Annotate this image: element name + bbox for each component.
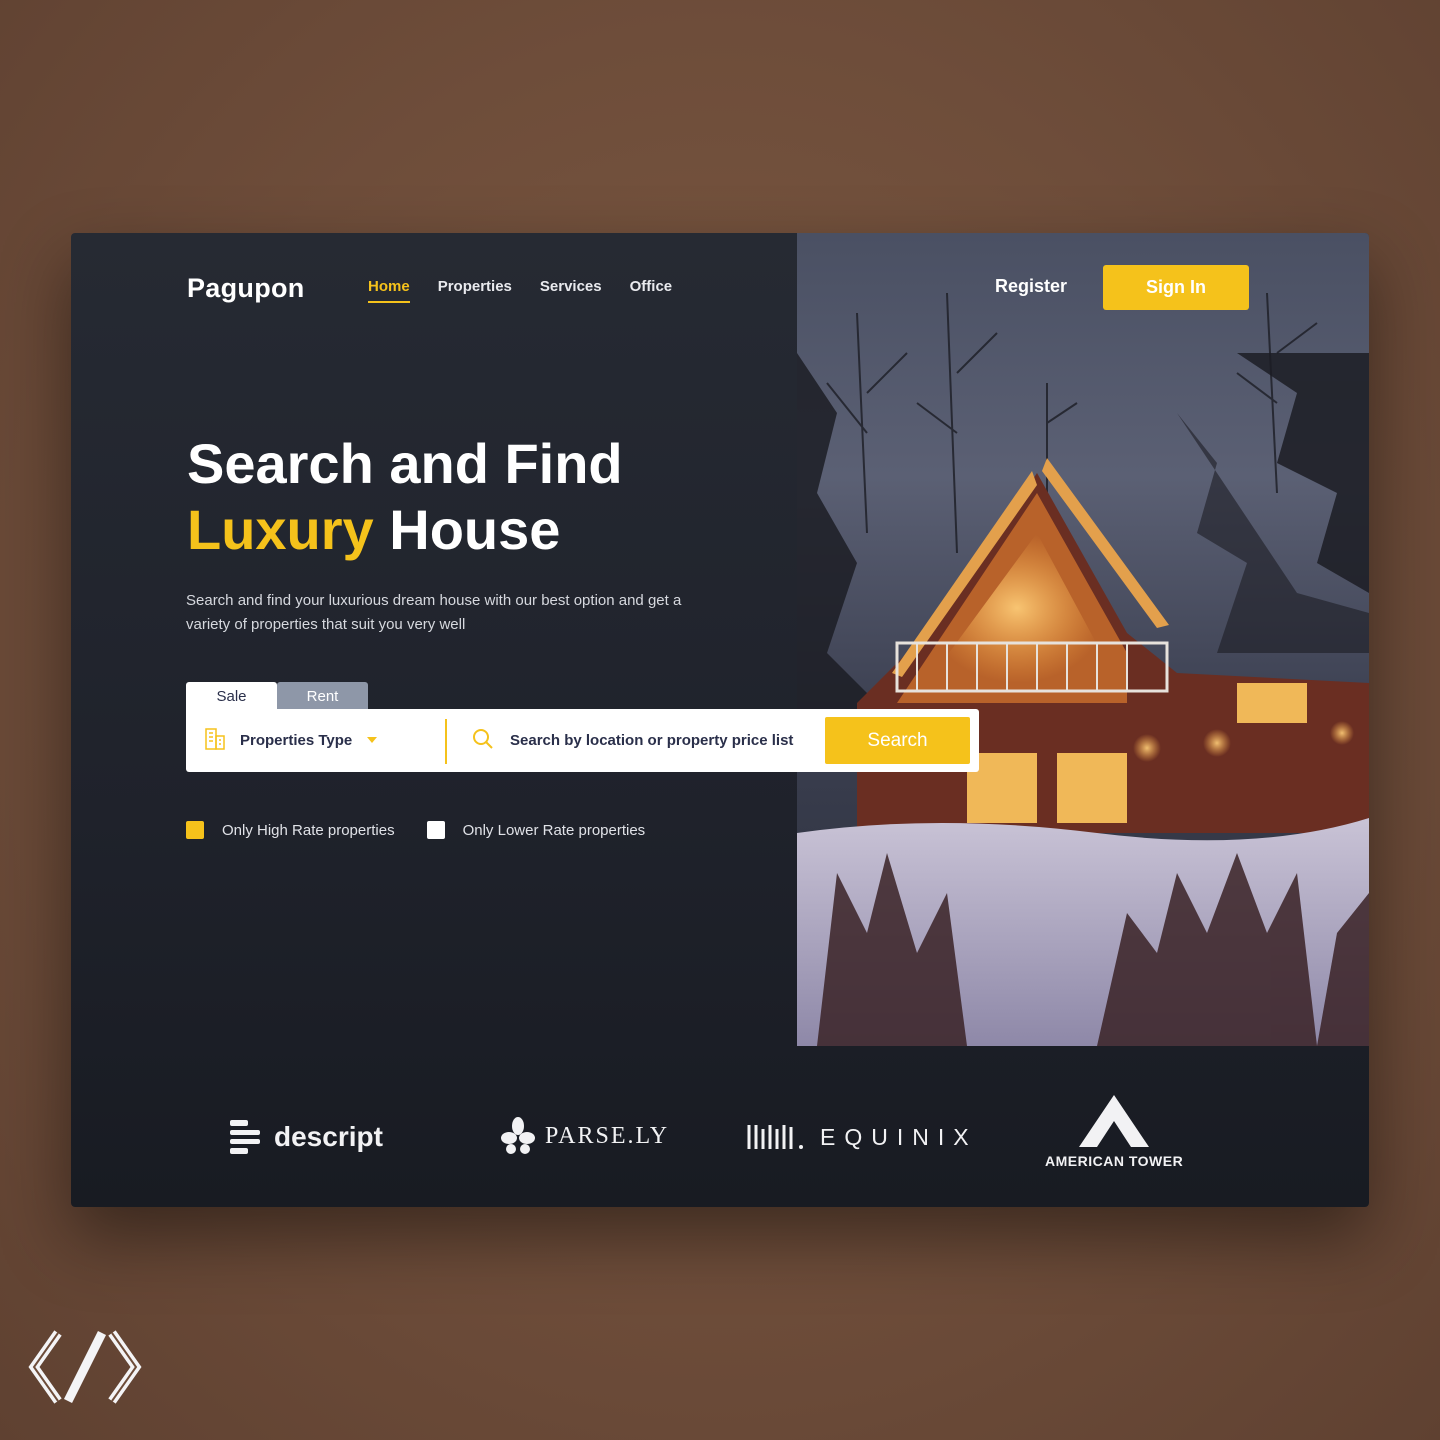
register-link[interactable]: Register [995,276,1067,297]
search-button[interactable]: Search [825,717,970,764]
location-search-input[interactable]: Search by location or property price lis… [472,709,793,772]
low-rate-filter[interactable]: Only Lower Rate properties [426,821,646,839]
high-rate-label: Only High Rate properties [222,821,395,839]
landing-page-card: Pagupon Home Properties Services Office … [71,233,1369,1207]
partner-logos: descript PARSE.LY EQUINIX AMERICAN TOWER [71,1083,1369,1183]
parsely-wordmark: PARSE.LY [545,1122,670,1149]
hero-highlight-word: Luxury [187,498,374,561]
hero-heading-line2: Luxury House [187,497,623,563]
building-icon [204,727,226,755]
parsely-leaf-icon [501,1117,535,1154]
search-bar: Properties Type Search by location or pr… [186,709,979,772]
american-tower-wordmark: AMERICAN TOWER [1045,1153,1184,1169]
hero-heading: Search and Find Luxury House [187,431,623,563]
watermark-logo [28,1327,142,1412]
property-type-label: Properties Type [240,732,353,749]
main-nav: Home Properties Services Office [368,278,672,303]
tab-sale[interactable]: Sale [186,682,277,710]
nav-item-office[interactable]: Office [630,278,673,303]
equinix-wordmark: EQUINIX [820,1123,978,1150]
low-rate-label: Only Lower Rate properties [462,821,646,839]
hero-heading-line1: Search and Find [187,432,623,495]
american-tower-logo: AMERICAN TOWER [1045,1095,1183,1169]
search-icon [472,728,494,754]
caret-down-icon [366,732,378,749]
search-divider [445,719,447,764]
sign-in-button[interactable]: Sign In [1103,265,1249,310]
property-type-dropdown[interactable]: Properties Type [204,709,378,772]
brand-logo[interactable]: Pagupon [187,273,305,304]
descript-logo: descript [228,1118,383,1156]
equinix-logo: EQUINIX [746,1121,978,1153]
hero-subtitle: Search and find your luxurious dream hou… [186,592,682,633]
american-tower-mark-icon [1079,1095,1150,1147]
nav-item-services[interactable]: Services [540,278,602,303]
parsely-logo: PARSE.LY [499,1116,669,1156]
descript-mark-icon [230,1120,260,1154]
high-rate-checkbox[interactable] [186,821,204,839]
nav-item-home[interactable]: Home [368,278,410,303]
rate-filters: Only High Rate properties Only Lower Rat… [186,821,645,839]
equinix-mark-icon [747,1125,803,1149]
hero-heading-rest: House [389,498,561,561]
hero-house-photo [797,233,1369,1046]
watermark-mark-icon [28,1330,142,1404]
high-rate-filter[interactable]: Only High Rate properties [186,821,395,839]
location-search-placeholder: Search by location or property price lis… [510,732,794,749]
low-rate-checkbox[interactable] [426,821,445,839]
tab-rent[interactable]: Rent [277,682,368,710]
nav-item-properties[interactable]: Properties [438,278,512,303]
descript-wordmark: descript [274,1121,383,1152]
